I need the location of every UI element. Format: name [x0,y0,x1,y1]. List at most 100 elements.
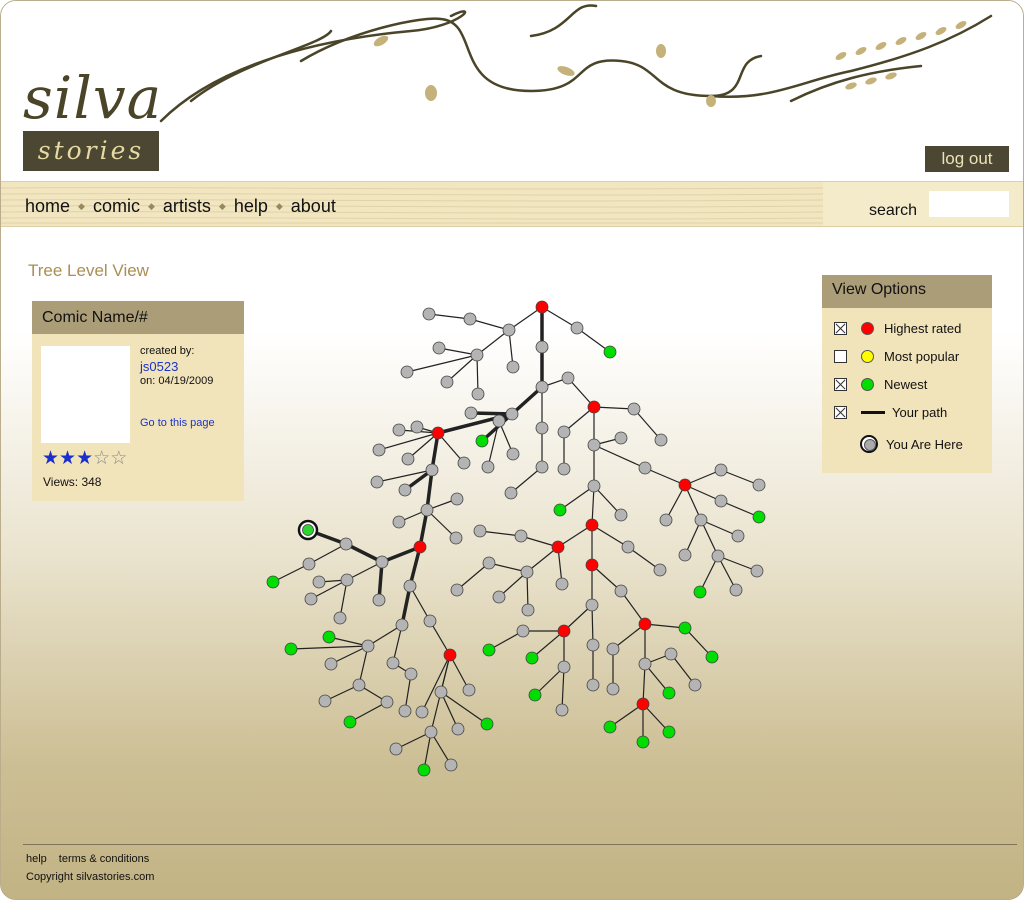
tree-node[interactable] [450,583,464,597]
tree-node[interactable] [304,592,318,606]
tree-node[interactable] [521,603,535,617]
tree-node-highest-rated[interactable] [585,558,599,572]
tree-node[interactable] [372,443,386,457]
tree-node-highest-rated[interactable] [551,540,565,554]
tree-node[interactable] [339,537,353,551]
tree-node[interactable] [395,618,409,632]
tree-node[interactable] [370,475,384,489]
tree-node[interactable] [585,598,599,612]
tree-node[interactable] [535,460,549,474]
tree-node[interactable] [463,312,477,326]
tree-node-newest[interactable] [525,651,539,665]
tree-node-newest[interactable] [662,725,676,739]
tree-node[interactable] [372,593,386,607]
tree-node-newest[interactable] [480,717,494,731]
tree-node[interactable] [340,573,354,587]
tree-node[interactable] [380,695,394,709]
tree-node[interactable] [555,577,569,591]
tree-node[interactable] [434,685,448,699]
tree-node[interactable] [714,463,728,477]
tree-node[interactable] [482,556,496,570]
tree-node[interactable] [638,657,652,671]
tree-node[interactable] [711,549,725,563]
tree-node[interactable] [555,703,569,717]
tree-node[interactable] [450,492,464,506]
tree-node-newest[interactable] [322,630,336,644]
tree-node[interactable] [535,340,549,354]
tree-node[interactable] [444,758,458,772]
tree-node[interactable] [400,365,414,379]
tree-node-highest-rated[interactable] [587,400,601,414]
tree-node-highest-rated[interactable] [535,300,549,314]
story-tree[interactable] [1,1,1024,900]
tree-node[interactable] [398,704,412,718]
tree-node[interactable] [425,463,439,477]
tree-node[interactable] [505,407,519,421]
tree-node[interactable] [614,584,628,598]
tree-node[interactable] [410,420,424,434]
tree-node[interactable] [506,360,520,374]
tree-node[interactable] [586,678,600,692]
tree-node[interactable] [423,614,437,628]
tree-node[interactable] [398,483,412,497]
tree-node[interactable] [659,513,673,527]
tree-node[interactable] [557,425,571,439]
tree-node-newest[interactable] [603,345,617,359]
tree-node[interactable] [654,433,668,447]
tree-node[interactable] [557,660,571,674]
tree-node[interactable] [481,460,495,474]
tree-node[interactable] [514,529,528,543]
tree-node-newest[interactable] [705,650,719,664]
tree-node[interactable] [492,414,506,428]
footer-terms-link[interactable]: terms & conditions [59,853,149,865]
tree-node[interactable] [375,555,389,569]
tree-node[interactable] [457,456,471,470]
tree-node[interactable] [392,515,406,529]
tree-node-newest[interactable] [266,575,280,589]
tree-node[interactable] [688,678,702,692]
tree-node[interactable] [627,402,641,416]
tree-node[interactable] [502,323,516,337]
tree-node[interactable] [415,705,429,719]
tree-node[interactable] [587,438,601,452]
tree-node[interactable] [570,321,584,335]
tree-node[interactable] [403,579,417,593]
tree-node[interactable] [678,548,692,562]
tree-node[interactable] [516,624,530,638]
tree-node[interactable] [424,725,438,739]
tree-node[interactable] [638,461,652,475]
tree-node[interactable] [324,657,338,671]
tree-node[interactable] [422,307,436,321]
tree-node-highest-rated[interactable] [636,697,650,711]
tree-node[interactable] [535,421,549,435]
tree-node-newest[interactable] [693,585,707,599]
tree-node[interactable] [389,742,403,756]
tree-node[interactable] [614,431,628,445]
tree-node[interactable] [614,508,628,522]
tree-node[interactable] [492,590,506,604]
tree-node[interactable] [432,341,446,355]
tree-node-newest[interactable] [475,434,489,448]
tree-node-highest-rated[interactable] [431,426,445,440]
tree-node[interactable] [392,423,406,437]
tree-node[interactable] [587,479,601,493]
footer-help-link[interactable]: help [26,853,47,865]
tree-node[interactable] [504,486,518,500]
tree-node[interactable] [606,642,620,656]
tree-node[interactable] [318,694,332,708]
tree-node[interactable] [302,524,314,536]
tree-node[interactable] [420,503,434,517]
tree-node-newest[interactable] [752,510,766,524]
tree-node-newest[interactable] [528,688,542,702]
tree-node-highest-rated[interactable] [585,518,599,532]
tree-node[interactable] [333,611,347,625]
tree-node[interactable] [606,682,620,696]
tree-node[interactable] [352,678,366,692]
tree-node[interactable] [752,478,766,492]
tree-node-highest-rated[interactable] [557,624,571,638]
tree-node[interactable] [440,375,454,389]
tree-node-highest-rated[interactable] [678,478,692,492]
tree-node-newest[interactable] [603,720,617,734]
tree-node-newest[interactable] [678,621,692,635]
tree-node[interactable] [535,380,549,394]
